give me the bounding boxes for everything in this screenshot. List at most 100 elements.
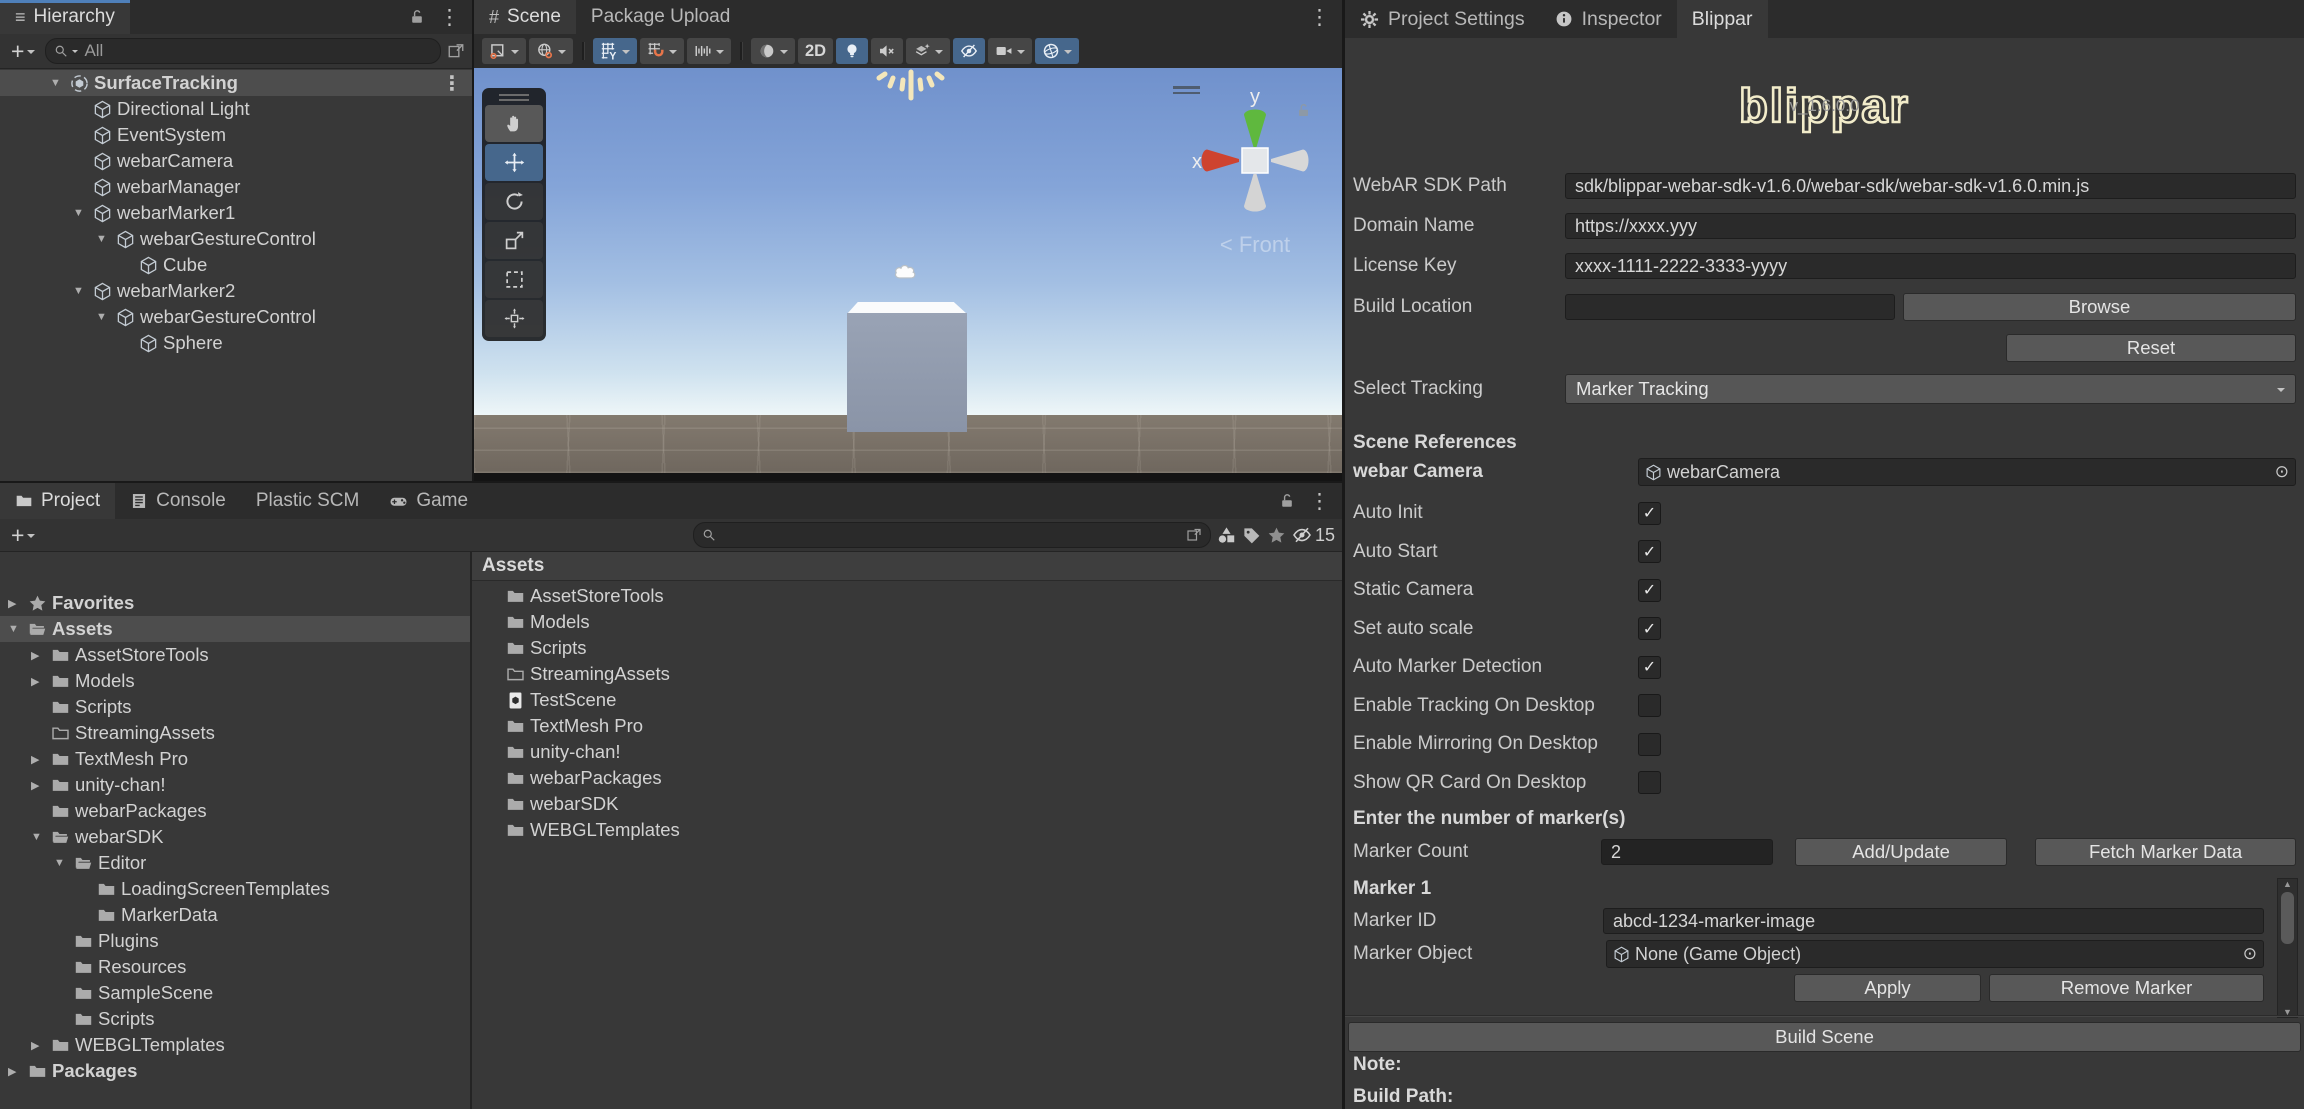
project-tree-item[interactable]: AssetStoreTools: [0, 642, 470, 668]
hierarchy-item[interactable]: Cube: [0, 252, 472, 278]
expander-icon[interactable]: [8, 623, 28, 635]
transform-tool-button[interactable]: [485, 222, 543, 259]
scene-tool-button[interactable]: [988, 38, 1033, 64]
domain-name-input[interactable]: [1565, 213, 2296, 239]
tab-blippar[interactable]: Blippar: [1676, 0, 1768, 38]
hierarchy-item[interactable]: SurfaceTracking ⋮: [0, 70, 472, 96]
scene-tool-button[interactable]: 2D: [798, 38, 834, 64]
checkbox[interactable]: [1638, 578, 1661, 602]
license-key-input[interactable]: [1565, 253, 2296, 279]
transform-tool-button[interactable]: [485, 105, 543, 142]
create-object-button[interactable]: +: [7, 38, 39, 65]
filter-by-type-icon[interactable]: [1217, 526, 1236, 545]
tab-package-upload[interactable]: Package Upload: [576, 0, 745, 34]
scene-tool-button[interactable]: [1035, 38, 1080, 64]
expander-icon[interactable]: [73, 285, 93, 297]
project-tree-item[interactable]: Favorites: [0, 590, 470, 616]
checkbox[interactable]: [1638, 617, 1661, 640]
build-scene-button[interactable]: Build Scene: [1348, 1022, 2301, 1052]
scene-tool-button[interactable]: [751, 38, 795, 64]
asset-item[interactable]: WEBGLTemplates: [472, 817, 1342, 843]
hierarchy-item[interactable]: webarGestureControl: [0, 226, 472, 252]
project-tree-item[interactable]: Assets: [0, 616, 470, 642]
project-tree-item[interactable]: Packages: [0, 1058, 470, 1084]
item-kebab-icon[interactable]: ⋮: [442, 71, 462, 96]
hierarchy-item[interactable]: webarMarker2: [0, 278, 472, 304]
tab-game[interactable]: Game: [374, 483, 483, 519]
expander-icon[interactable]: [8, 1065, 28, 1078]
asset-item[interactable]: webarPackages: [472, 765, 1342, 791]
scene-tool-button[interactable]: [529, 38, 573, 64]
tab-inspector[interactable]: Inspector: [1540, 0, 1677, 38]
tab-hierarchy[interactable]: ≡ Hierarchy: [0, 0, 130, 34]
scroll-up-icon[interactable]: ▲: [2283, 879, 2292, 889]
object-picker-icon[interactable]: ⊙: [2275, 462, 2289, 482]
marker-id-input[interactable]: [1603, 908, 2264, 934]
strip-drag-handle[interactable]: [485, 91, 543, 103]
scrollbar-thumb[interactable]: [2281, 892, 2294, 944]
scene-tool-button[interactable]: [906, 38, 951, 64]
build-location-input[interactable]: [1565, 294, 1895, 320]
lock-icon[interactable]: [409, 9, 425, 25]
hierarchy-item[interactable]: Directional Light: [0, 96, 472, 122]
project-tree-item[interactable]: Scripts: [0, 694, 470, 720]
asset-item[interactable]: webarSDK: [472, 791, 1342, 817]
kebab-menu-icon[interactable]: ⋮: [439, 7, 460, 28]
hierarchy-search[interactable]: [45, 38, 441, 64]
sdk-path-input[interactable]: [1565, 173, 2296, 199]
asset-item[interactable]: Scripts: [472, 635, 1342, 661]
asset-item[interactable]: StreamingAssets: [472, 661, 1342, 687]
hierarchy-item[interactable]: webarCamera: [0, 148, 472, 174]
hidden-packages-toggle[interactable]: 15: [1292, 525, 1335, 546]
project-tree-item[interactable]: WEBGLTemplates: [0, 1032, 470, 1058]
asset-item[interactable]: TextMesh Pro: [472, 713, 1342, 739]
tab-plastic-scm[interactable]: Plastic SCM: [241, 483, 374, 519]
apply-button[interactable]: Apply: [1794, 974, 1981, 1002]
expander-icon[interactable]: [31, 649, 51, 662]
lock-icon[interactable]: [1279, 493, 1295, 509]
project-tree-item[interactable]: Plugins: [0, 928, 470, 954]
scene-tool-button[interactable]: [640, 38, 684, 64]
kebab-menu-icon[interactable]: ⋮: [1309, 7, 1330, 28]
expander-icon[interactable]: [31, 831, 51, 843]
expander-icon[interactable]: [31, 753, 51, 766]
scene-viewport[interactable]: y x < Front: [474, 68, 1342, 481]
project-search[interactable]: [692, 522, 1211, 548]
expander-icon[interactable]: [96, 233, 116, 245]
project-tree-item[interactable]: LoadingScreenTemplates: [0, 876, 470, 902]
orientation-gizmo[interactable]: y x: [1190, 85, 1320, 215]
transform-tool-button[interactable]: [485, 300, 543, 337]
checkbox[interactable]: [1638, 732, 1661, 756]
project-search-input[interactable]: [719, 524, 1182, 546]
saved-search-star-icon[interactable]: [1267, 526, 1286, 545]
project-tree-item[interactable]: Models: [0, 668, 470, 694]
transform-tool-button[interactable]: [485, 261, 543, 298]
project-tree-item[interactable]: TextMesh Pro: [0, 746, 470, 772]
expander-icon[interactable]: [31, 779, 51, 792]
reset-button[interactable]: Reset: [2006, 334, 2296, 362]
tab-project[interactable]: Project: [0, 483, 116, 519]
scene-tool-button[interactable]: [593, 38, 637, 64]
tab-console[interactable]: Console: [115, 483, 241, 519]
project-tree-item[interactable]: Resources: [0, 954, 470, 980]
checkbox[interactable]: [1638, 694, 1661, 717]
filter-by-label-icon[interactable]: [1242, 526, 1261, 545]
cube-object[interactable]: [847, 313, 967, 432]
tab-project-settings[interactable]: Project Settings: [1345, 0, 1540, 38]
checkbox[interactable]: [1638, 655, 1661, 679]
checkbox[interactable]: [1638, 501, 1661, 525]
hierarchy-item[interactable]: EventSystem: [0, 122, 472, 148]
browse-button[interactable]: Browse: [1903, 293, 2296, 321]
project-tree-item[interactable]: SampleScene: [0, 980, 470, 1006]
scene-tool-button[interactable]: [687, 38, 731, 64]
marker-object-field[interactable]: None (Game Object) ⊙: [1606, 940, 2264, 968]
select-tracking-dropdown[interactable]: Marker Tracking: [1565, 374, 2296, 404]
open-new-window-icon[interactable]: [447, 42, 465, 60]
fetch-marker-data-button[interactable]: Fetch Marker Data: [2035, 838, 2296, 866]
gizmo-front-label[interactable]: < Front: [1190, 232, 1320, 258]
scene-tool-button[interactable]: [871, 38, 904, 64]
asset-item[interactable]: AssetStoreTools: [472, 583, 1342, 609]
create-asset-button[interactable]: +: [7, 522, 39, 549]
expander-icon[interactable]: [31, 675, 51, 688]
hierarchy-item[interactable]: webarGestureControl: [0, 304, 472, 330]
